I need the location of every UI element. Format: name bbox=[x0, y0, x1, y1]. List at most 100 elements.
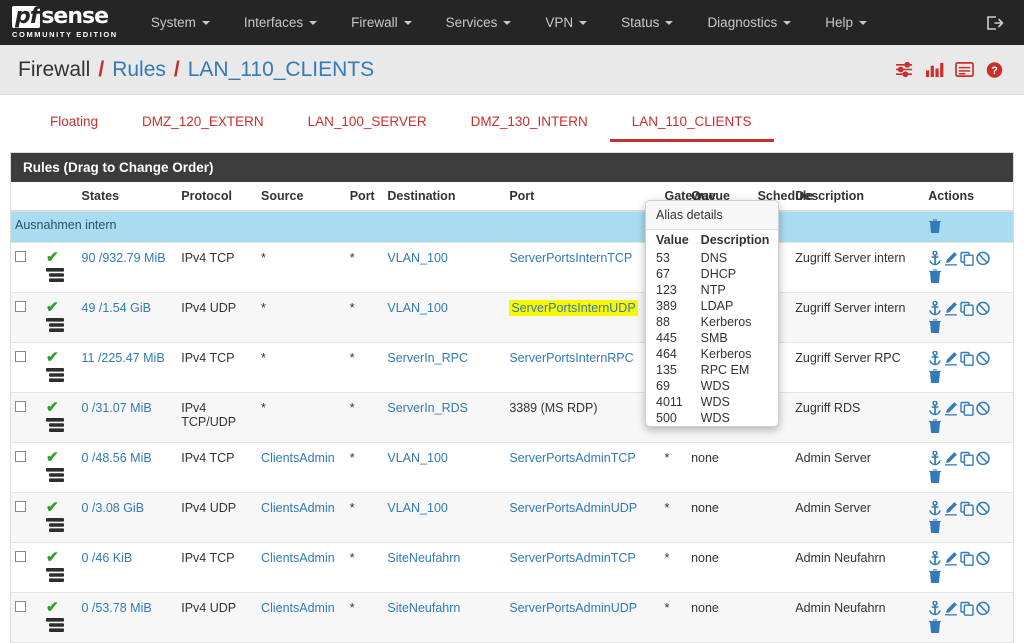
alias-link-highlighted[interactable]: ServerPortsInternUDP bbox=[509, 300, 638, 316]
anchor-icon[interactable] bbox=[928, 451, 942, 466]
nav-item-firewall[interactable]: Firewall bbox=[334, 0, 429, 45]
states-value[interactable]: 0 /3.08 GiB bbox=[82, 501, 145, 515]
copy-icon[interactable] bbox=[960, 351, 974, 366]
edit-pencil-icon[interactable] bbox=[944, 401, 958, 416]
states-value[interactable]: 0 /53.78 MiB bbox=[82, 601, 152, 615]
anchor-icon[interactable] bbox=[928, 351, 942, 366]
block-disable-icon[interactable] bbox=[976, 601, 990, 616]
anchor-icon[interactable] bbox=[928, 301, 942, 316]
row-states[interactable]: 0 /53.78 MiB bbox=[77, 592, 178, 643]
tab-lan-110-clients[interactable]: LAN_110_CLIENTS bbox=[609, 114, 774, 142]
edit-pencil-icon[interactable] bbox=[944, 301, 958, 316]
tab-dmz-120-extern[interactable]: DMZ_120_EXTERN bbox=[120, 114, 286, 142]
row-actions[interactable] bbox=[924, 392, 1013, 443]
alias-link[interactable]: ClientsAdmin bbox=[261, 451, 335, 465]
row-states[interactable]: 11 /225.47 MiB bbox=[77, 342, 178, 393]
logout-icon[interactable] bbox=[984, 13, 1004, 33]
row-actions[interactable] bbox=[924, 342, 1013, 393]
edit-pencil-icon[interactable] bbox=[944, 601, 958, 616]
row-states[interactable]: 0 /48.56 MiB bbox=[77, 442, 178, 493]
trash-icon[interactable] bbox=[928, 318, 942, 333]
row-select-checkbox[interactable] bbox=[15, 551, 26, 562]
copy-icon[interactable] bbox=[960, 401, 974, 416]
row-checkbox[interactable] bbox=[11, 392, 43, 443]
trash-icon[interactable] bbox=[928, 219, 942, 236]
edit-pencil-icon[interactable] bbox=[944, 501, 958, 516]
anchor-icon[interactable] bbox=[928, 551, 942, 566]
row-select-checkbox[interactable] bbox=[15, 251, 26, 262]
row-checkbox[interactable] bbox=[11, 242, 43, 293]
edit-pencil-icon[interactable] bbox=[944, 351, 958, 366]
row-actions[interactable] bbox=[924, 592, 1013, 643]
alias-link[interactable]: ServerPortsAdminUDP bbox=[509, 601, 637, 615]
list-table-icon[interactable] bbox=[955, 61, 974, 78]
col-states[interactable]: States bbox=[77, 182, 178, 212]
anchor-icon[interactable] bbox=[928, 251, 942, 266]
alias-link[interactable]: ClientsAdmin bbox=[261, 551, 335, 565]
alias-link[interactable]: ClientsAdmin bbox=[261, 601, 335, 615]
breadcrumb-interface-link[interactable]: LAN_110_CLIENTS bbox=[188, 58, 374, 82]
alias-link[interactable]: ServerPortsAdminTCP bbox=[509, 451, 635, 465]
anchor-icon[interactable] bbox=[928, 401, 942, 416]
row-states[interactable]: 0 /31.07 MiB bbox=[77, 392, 178, 443]
block-disable-icon[interactable] bbox=[976, 501, 990, 516]
row-states[interactable]: 0 /46 KiB bbox=[77, 542, 178, 593]
breadcrumb-rules-link[interactable]: Rules bbox=[112, 58, 166, 82]
row-select-checkbox[interactable] bbox=[15, 401, 26, 412]
edit-pencil-icon[interactable] bbox=[944, 451, 958, 466]
table-row[interactable]: ✔ 0 /31.07 MiB IPv4 TCP/UDP * * ServerIn_RDS 3… bbox=[11, 392, 1013, 443]
copy-icon[interactable] bbox=[960, 451, 974, 466]
nav-item-help[interactable]: Help bbox=[808, 0, 884, 45]
col-protocol[interactable]: Protocol bbox=[177, 182, 258, 212]
row-select-checkbox[interactable] bbox=[15, 351, 26, 362]
row-select-checkbox[interactable] bbox=[15, 451, 26, 462]
trash-icon[interactable] bbox=[928, 418, 942, 433]
row-states[interactable]: 0 /3.08 GiB bbox=[77, 492, 178, 543]
row-checkbox[interactable] bbox=[11, 592, 43, 643]
bar-chart-icon[interactable] bbox=[925, 61, 944, 78]
copy-icon[interactable] bbox=[960, 601, 974, 616]
nav-item-vpn[interactable]: VPN bbox=[528, 0, 604, 45]
table-row[interactable]: ✔ 0 /48.56 MiB IPv4 TCP ClientsAdmin * VLAN_1… bbox=[11, 442, 1013, 493]
edit-pencil-icon[interactable] bbox=[944, 551, 958, 566]
trash-icon[interactable] bbox=[928, 468, 942, 483]
row-actions[interactable] bbox=[924, 492, 1013, 543]
col-source[interactable]: Source bbox=[257, 182, 346, 212]
block-disable-icon[interactable] bbox=[976, 351, 990, 366]
row-states[interactable]: 49 /1.54 GiB bbox=[77, 292, 178, 343]
states-value[interactable]: 49 /1.54 GiB bbox=[82, 301, 152, 315]
row-select-checkbox[interactable] bbox=[15, 301, 26, 312]
alias-link[interactable]: VLAN_100 bbox=[387, 251, 447, 265]
states-value[interactable]: 0 /31.07 MiB bbox=[82, 401, 152, 415]
row-select-checkbox[interactable] bbox=[15, 601, 26, 612]
help-circle-icon[interactable]: ? bbox=[985, 61, 1004, 79]
nav-item-diagnostics[interactable]: Diagnostics bbox=[690, 0, 808, 45]
block-disable-icon[interactable] bbox=[976, 251, 990, 266]
block-disable-icon[interactable] bbox=[976, 451, 990, 466]
alias-link[interactable]: ServerIn_RDS bbox=[387, 401, 468, 415]
edit-pencil-icon[interactable] bbox=[944, 251, 958, 266]
pfsense-logo[interactable]: pf sense COMMUNITY EDITION bbox=[0, 0, 134, 45]
alias-link[interactable]: VLAN_100 bbox=[387, 501, 447, 515]
block-disable-icon[interactable] bbox=[976, 301, 990, 316]
table-row[interactable]: ✔ 90 /932.79 MiB IPv4 TCP * * VLAN_100 ServerP… bbox=[11, 242, 1013, 293]
trash-icon[interactable] bbox=[928, 518, 942, 533]
block-disable-icon[interactable] bbox=[976, 401, 990, 416]
tab-dmz-130-intern[interactable]: DMZ_130_INTERN bbox=[449, 114, 610, 142]
nav-item-interfaces[interactable]: Interfaces bbox=[227, 0, 334, 45]
states-value[interactable]: 90 /932.79 MiB bbox=[82, 251, 166, 265]
alias-link[interactable]: ServerPortsAdminTCP bbox=[509, 551, 635, 565]
row-checkbox[interactable] bbox=[11, 492, 43, 543]
alias-link[interactable]: VLAN_100 bbox=[387, 301, 447, 315]
alias-link[interactable]: ServerIn_RPC bbox=[387, 351, 468, 365]
col-dest-port[interactable]: Port bbox=[505, 182, 661, 212]
alias-link[interactable]: VLAN_100 bbox=[387, 451, 447, 465]
alias-link[interactable]: ServerPortsInternTCP bbox=[509, 251, 632, 265]
alias-link[interactable]: ServerPortsAdminUDP bbox=[509, 501, 637, 515]
col-description[interactable]: Description bbox=[791, 182, 925, 212]
table-row[interactable]: ✔ 0 /53.78 MiB IPv4 UDP ClientsAdmin * SiteNe… bbox=[11, 592, 1013, 643]
col-destination[interactable]: Destination bbox=[383, 182, 506, 212]
nav-item-system[interactable]: System bbox=[134, 0, 227, 45]
row-checkbox[interactable] bbox=[11, 442, 43, 493]
copy-icon[interactable] bbox=[960, 501, 974, 516]
